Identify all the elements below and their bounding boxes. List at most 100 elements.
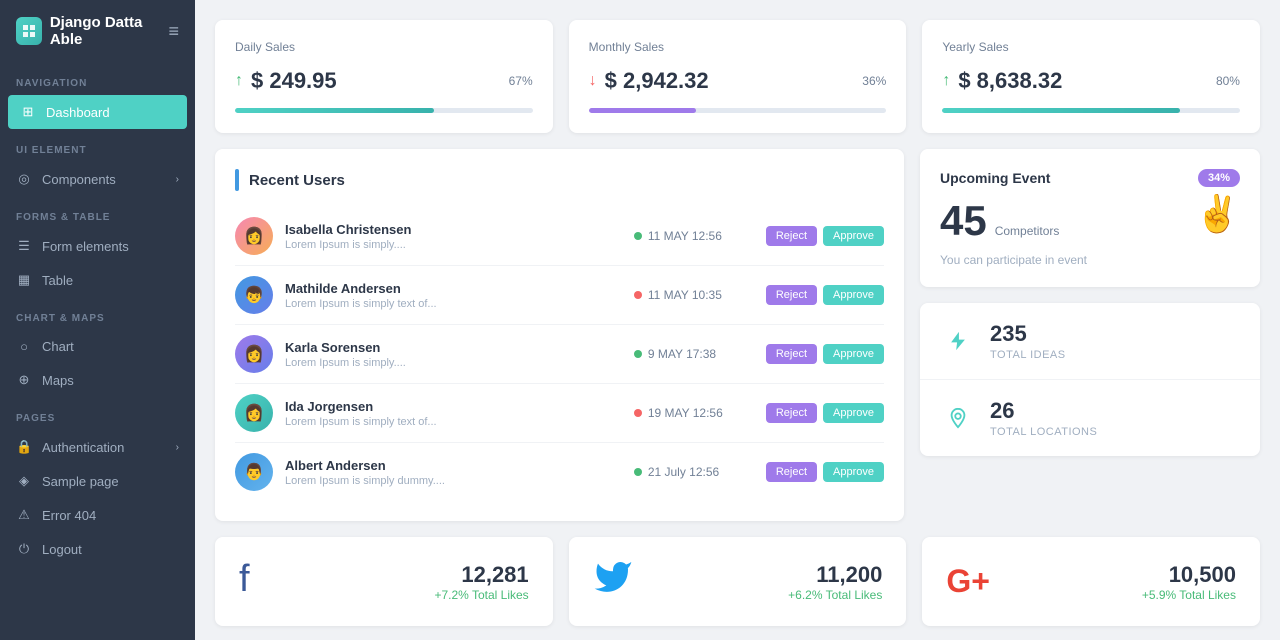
event-header: Upcoming Event 34% [940,169,1240,187]
sidebar-item-table[interactable]: ▦ Table [0,263,195,297]
sidebar-item-label: Sample page [42,474,119,489]
avatar: 👩 [235,217,273,255]
sidebar-item-authentication[interactable]: 🔒 Authentication › [0,430,195,464]
google-card: G+ 10,500 +5.9% Total Likes [922,537,1260,626]
chart-icon: ○ [16,339,32,354]
user-date: 11 MAY 12:56 [634,229,754,243]
google-info: 10,500 +5.9% Total Likes [1142,562,1236,602]
sidebar-item-logout[interactable]: ⏻ Logout [0,532,195,566]
approve-button[interactable]: Approve [823,462,884,482]
pages-section-label: PAGES [0,397,195,430]
peace-sign-icon: ✌️ [1195,193,1240,235]
sidebar-item-sample-page[interactable]: ◈ Sample page [0,464,195,498]
daily-sales-value-row: ↑ $ 249.95 67% [235,68,533,94]
logo-icon [16,17,42,45]
avatar: 👦 [235,276,273,314]
sample-page-icon: ◈ [16,473,32,489]
reject-button[interactable]: Reject [766,285,817,305]
sidebar-item-label: Maps [42,373,74,388]
location-icon [940,400,976,436]
avatar: 👨 [235,453,273,491]
yearly-sales-progress [942,108,1240,113]
status-dot [634,291,642,299]
sidebar-item-form-elements[interactable]: ☰ Form elements [0,229,195,263]
table-row: 👩 Ida Jorgensen Lorem Ipsum is simply te… [235,384,884,443]
sidebar-item-dashboard[interactable]: ⊞ Dashboard [8,95,187,129]
user-date: 9 MAY 17:38 [634,347,754,361]
sidebar-item-label: Dashboard [46,105,110,120]
reject-button[interactable]: Reject [766,226,817,246]
blue-accent-bar [235,169,239,191]
sidebar-item-components[interactable]: ◎ Components › [0,162,195,196]
facebook-info: 12,281 +7.2% Total Likes [434,562,528,602]
upcoming-event-card: Upcoming Event 34% 45 Competitors You ca… [920,149,1260,287]
reject-button[interactable]: Reject [766,462,817,482]
stats-cards: 235 TOTAL IDEAS 26 TOTAL LOCATIONS [920,303,1260,456]
sidebar-item-error-404[interactable]: ⚠ Error 404 [0,498,195,532]
user-info: Albert Andersen Lorem Ipsum is simply du… [285,458,622,487]
sidebar-logo: Django Datta Able [16,14,168,48]
yearly-sales-card: Yearly Sales ↑ $ 8,638.32 80% [922,20,1260,133]
reject-button[interactable]: Reject [766,403,817,423]
user-info: Mathilde Andersen Lorem Ipsum is simply … [285,281,622,310]
dashboard-icon: ⊞ [20,104,36,120]
sidebar-item-maps[interactable]: ⊕ Maps [0,363,195,397]
approve-button[interactable]: Approve [823,403,884,423]
reject-button[interactable]: Reject [766,344,817,364]
user-info: Isabella Christensen Lorem Ipsum is simp… [285,222,622,251]
approve-button[interactable]: Approve [823,344,884,364]
monthly-sales-progress [589,108,887,113]
facebook-count: 12,281 [434,562,528,588]
main-content: Daily Sales ↑ $ 249.95 67% Monthly Sales… [195,0,1280,640]
total-locations-stat: 26 TOTAL LOCATIONS [920,380,1260,456]
google-plus-icon: G+ [946,563,990,600]
avatar: 👩 [235,394,273,432]
app-name: Django Datta Able [50,14,169,48]
total-locations-number: 26 [990,398,1097,424]
daily-sales-title: Daily Sales [235,40,533,54]
twitter-card: 11,200 +6.2% Total Likes [569,537,907,626]
monthly-sales-card: Monthly Sales ↓ $ 2,942.32 36% [569,20,907,133]
status-dot [634,350,642,358]
facebook-card: f 12,281 +7.2% Total Likes [215,537,553,626]
sidebar-header: Django Datta Able ≡ [0,0,195,62]
table-row: 👨 Albert Andersen Lorem Ipsum is simply … [235,443,884,501]
yearly-sales-value-row: ↑ $ 8,638.32 80% [942,68,1240,94]
sidebar-item-label: Components [42,172,116,187]
total-ideas-label: TOTAL IDEAS [990,349,1066,361]
approve-button[interactable]: Approve [823,226,884,246]
sidebar-item-label: Error 404 [42,508,96,523]
logout-icon: ⏻ [16,541,32,557]
yearly-sales-percent: 80% [1216,74,1240,88]
user-info: Ida Jorgensen Lorem Ipsum is simply text… [285,399,622,428]
user-date: 19 MAY 12:56 [634,406,754,420]
user-date: 21 July 12:56 [634,465,754,479]
event-number-row: 45 Competitors [940,197,1087,245]
chevron-right-icon: › [176,442,179,453]
total-ideas-number: 235 [990,321,1066,347]
sidebar-item-label: Logout [42,542,82,557]
event-subtitle: You can participate in event [940,253,1087,267]
daily-sales-card: Daily Sales ↑ $ 249.95 67% [215,20,553,133]
yearly-sales-progress-fill [942,108,1180,113]
sidebar-item-label: Form elements [42,239,129,254]
recent-users-header: Recent Users [235,169,884,191]
daily-sales-percent: 67% [509,74,533,88]
user-desc: Lorem Ipsum is simply dummy.... [285,475,622,487]
approve-button[interactable]: Approve [823,285,884,305]
event-title: Upcoming Event [940,170,1050,186]
yearly-sales-title: Yearly Sales [942,40,1240,54]
sidebar-item-label: Table [42,273,73,288]
google-count: 10,500 [1142,562,1236,588]
error-icon: ⚠ [16,507,32,523]
menu-toggle-icon[interactable]: ≡ [168,21,179,42]
status-dot [634,409,642,417]
total-locations-info: 26 TOTAL LOCATIONS [990,398,1097,438]
twitter-change: +6.2% Total Likes [788,588,882,602]
event-competitors-label: Competitors [995,224,1060,238]
user-name: Ida Jorgensen [285,399,622,414]
sidebar-item-chart[interactable]: ○ Chart [0,330,195,363]
yearly-sales-value: ↑ $ 8,638.32 [942,68,1062,94]
navigation-section-label: NAVIGATION [0,62,195,95]
sidebar: Django Datta Able ≡ NAVIGATION ⊞ Dashboa… [0,0,195,640]
